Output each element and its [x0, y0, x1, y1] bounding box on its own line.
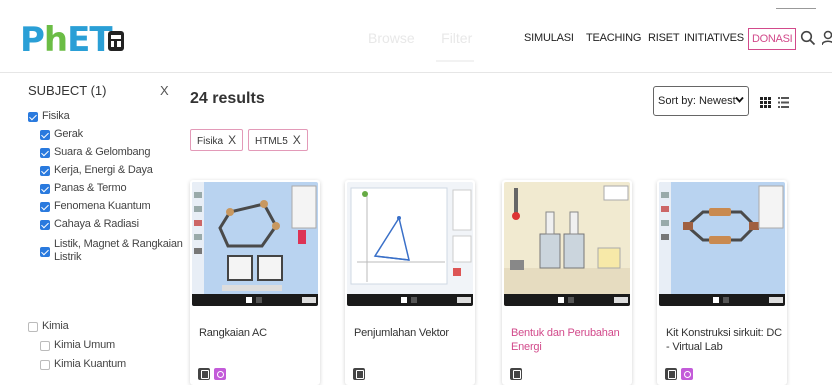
chip-label: HTML5 — [255, 136, 288, 147]
filter-label: Kerja, Energi & Daya — [54, 164, 153, 176]
filter-sidebar: SUBJECT (1) X Fisika Gerak Suara & Gelom… — [0, 73, 183, 385]
sim-card-vector-addition[interactable]: Penjumlahan Vektor — [345, 180, 475, 385]
checkbox-unchecked-icon[interactable] — [28, 322, 38, 332]
checkbox-checked-icon[interactable] — [40, 202, 50, 212]
results-count: 24 results — [190, 90, 265, 107]
sim-card-title[interactable]: Rangkaian AC — [199, 326, 317, 340]
html5-icon — [665, 368, 677, 380]
sim-badges — [198, 368, 230, 380]
active-filter-chip-html5[interactable]: HTML5 X — [248, 129, 308, 151]
checkbox-unchecked-icon[interactable] — [40, 341, 50, 351]
sim-badges — [665, 368, 697, 380]
checkbox-unchecked-icon[interactable] — [40, 360, 50, 370]
nav-simulations[interactable]: SIMULASI — [524, 32, 574, 44]
subject-filter-title: SUBJECT (1) — [28, 83, 107, 98]
list-view-icon[interactable] — [778, 95, 789, 108]
clear-subject-button[interactable]: X — [160, 83, 169, 98]
sim-badges — [353, 368, 369, 380]
html5-icon — [198, 368, 210, 380]
checkbox-checked-icon[interactable] — [40, 220, 50, 230]
sim-card-energy-forms[interactable]: Bentuk dan Perubahan Energi — [502, 180, 632, 385]
grid-view-icon[interactable] — [760, 95, 771, 108]
sim-thumbnail[interactable] — [659, 182, 785, 306]
sim-card-title[interactable]: Penjumlahan Vektor — [354, 326, 472, 340]
chip-remove-icon[interactable]: X — [293, 133, 301, 147]
filter-label: Listik, Magnet & Rangkaian — [54, 238, 183, 250]
phet-logo-letters: PhET — [20, 20, 113, 60]
sim-card-title[interactable]: Bentuk dan Perubahan Energi — [511, 326, 629, 354]
chip-label: Fisika — [197, 136, 224, 147]
filter-label: Cahaya & Radiasi — [54, 218, 139, 230]
checkbox-checked-icon[interactable] — [40, 166, 50, 176]
teacher-resource-icon — [681, 368, 693, 380]
filter-label: Kimia Umum — [54, 339, 115, 351]
checkbox-checked-icon[interactable] — [40, 130, 50, 140]
sim-card-title[interactable]: Kit Konstruksi sirkuit: DC - Virtual Lab — [666, 326, 784, 354]
nav-research[interactable]: RISET — [648, 32, 680, 44]
search-icon[interactable] — [800, 30, 816, 46]
html5-icon — [353, 368, 365, 380]
teacher-resource-icon — [214, 368, 226, 380]
filter-label: Fenomena Kuantum — [54, 200, 151, 212]
nav-initiatives[interactable]: INITIATIVES — [684, 32, 744, 44]
tab-filter[interactable]: Filter — [441, 30, 472, 46]
filter-label-line2: Listrik — [54, 251, 82, 263]
sim-card-circuit-construction[interactable]: Kit Konstruksi sirkuit: DC - Virtual Lab — [657, 180, 787, 385]
filter-label: Panas & Termo — [54, 182, 127, 194]
site-header: PhET Browse Filter SIMULASI TEACHING RIS… — [0, 0, 832, 72]
active-tab-underline — [436, 60, 474, 62]
checkbox-checked-icon[interactable] — [40, 247, 50, 257]
html5-icon — [510, 368, 522, 380]
sim-thumbnail[interactable] — [192, 182, 318, 306]
checkbox-checked-icon[interactable] — [40, 148, 50, 158]
filter-label: Fisika — [42, 110, 70, 122]
checkbox-checked-icon[interactable] — [40, 184, 50, 194]
filter-label: Gerak — [54, 128, 83, 140]
sort-select[interactable]: Sort by: Newest — [653, 86, 749, 116]
chip-remove-icon[interactable]: X — [228, 133, 236, 147]
university-logo-icon — [104, 28, 130, 54]
top-rule — [776, 8, 816, 9]
sim-card-ac-circuit[interactable]: Rangkaian AC — [190, 180, 320, 385]
filter-label: Kimia Kuantum — [54, 358, 126, 370]
user-icon[interactable] — [821, 30, 832, 46]
tab-browse[interactable]: Browse — [368, 30, 415, 46]
chevron-down-icon — [735, 95, 744, 107]
sim-badges — [510, 368, 526, 380]
search-mode-tabs: Browse Filter — [368, 30, 494, 48]
nav-teaching[interactable]: TEACHING — [586, 32, 641, 44]
active-filter-chip-fisika[interactable]: Fisika X — [190, 129, 244, 151]
donate-button[interactable]: DONASI — [748, 28, 797, 50]
filter-label: Suara & Gelombang — [54, 146, 151, 158]
sort-select-value: Sort by: Newest — [658, 95, 736, 107]
checkbox-checked-icon[interactable] — [28, 112, 38, 122]
filter-label: Kimia — [42, 320, 69, 332]
sim-thumbnail[interactable] — [347, 182, 473, 306]
sim-thumbnail[interactable] — [504, 182, 630, 306]
